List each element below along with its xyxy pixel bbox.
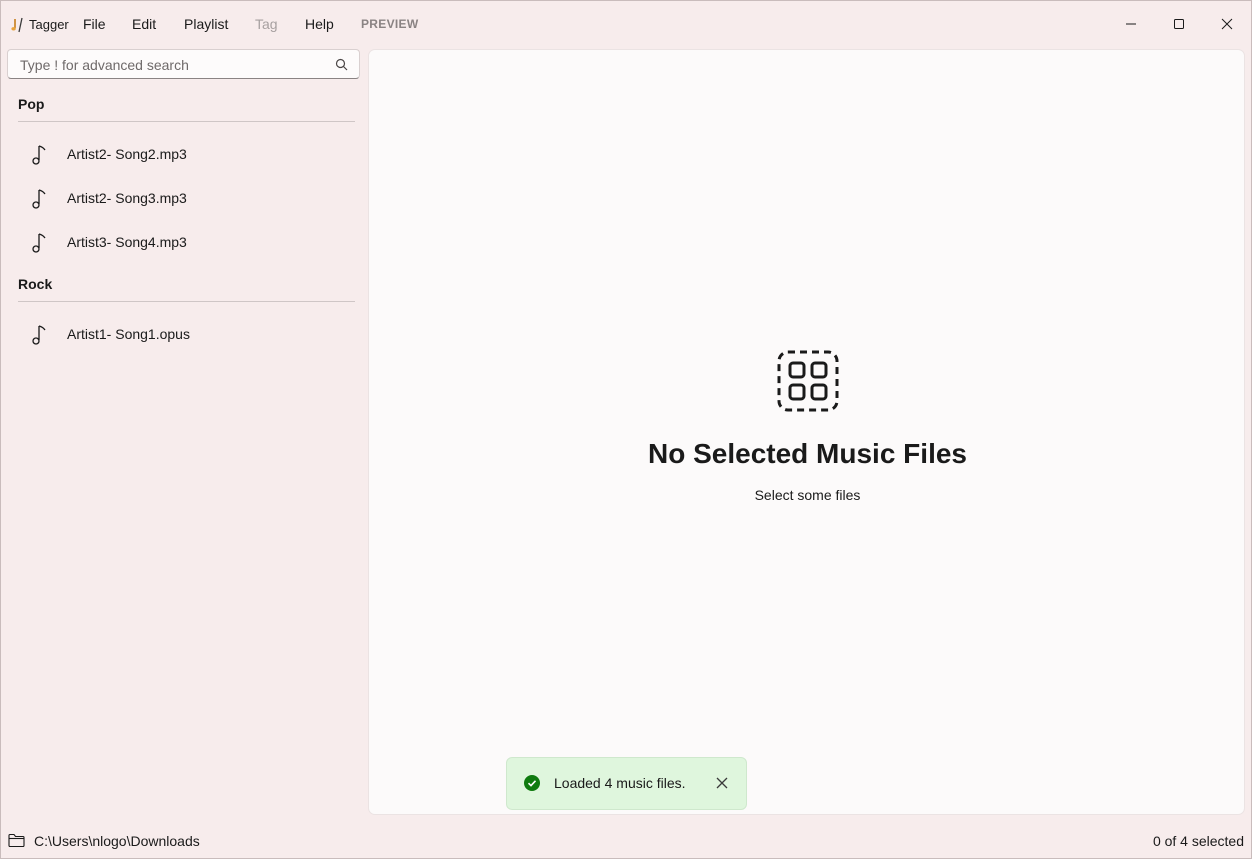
file-name: Artist3- Song4.mp3 — [67, 234, 187, 250]
menu-help[interactable]: Help — [305, 16, 334, 32]
search-input[interactable] — [18, 56, 322, 74]
music-note-icon — [32, 325, 46, 345]
maximize-button[interactable] — [1156, 0, 1202, 48]
close-icon — [716, 777, 728, 789]
close-window-button[interactable] — [1204, 0, 1250, 48]
status-selection-count: 0 of 4 selected — [1152, 833, 1244, 849]
file-name: Artist1- Song1.opus — [67, 326, 190, 342]
maximize-icon — [1174, 19, 1184, 29]
search-box[interactable] — [7, 49, 360, 79]
music-note-icon — [32, 189, 46, 209]
minimize-icon — [1126, 23, 1136, 25]
title-bar: Tagger File Edit Playlist Tag Help PREVI… — [0, 0, 1252, 48]
menu-file[interactable]: File — [83, 16, 106, 32]
empty-state-title: No Selected Music Files — [648, 438, 967, 469]
app-title: Tagger — [29, 17, 69, 32]
group-header-pop: Pop — [18, 96, 45, 112]
select-all-icon — [777, 350, 839, 412]
group-header-rock: Rock — [18, 276, 53, 292]
empty-state-subtitle: Select some files — [754, 487, 861, 503]
minimize-button[interactable] — [1108, 0, 1154, 48]
file-item[interactable]: Artist2- Song2.mp3 — [18, 134, 355, 174]
menu-tag[interactable]: Tag — [255, 16, 278, 32]
file-item[interactable]: Artist2- Song3.mp3 — [18, 178, 355, 218]
music-note-icon — [32, 233, 46, 253]
close-icon — [1221, 18, 1233, 30]
main-panel: No Selected Music Files Select some file… — [368, 49, 1245, 815]
toast-notification: Loaded 4 music files. — [506, 757, 747, 810]
folder-icon — [8, 833, 25, 848]
file-item[interactable]: Artist1- Song1.opus — [18, 314, 355, 354]
file-item[interactable]: Artist3- Song4.mp3 — [18, 222, 355, 262]
success-check-icon — [524, 775, 540, 791]
toast-close-button[interactable] — [712, 773, 732, 793]
preview-badge: PREVIEW — [361, 17, 419, 31]
group-divider — [18, 301, 355, 302]
toast-message: Loaded 4 music files. — [554, 775, 686, 791]
status-folder-path[interactable]: C:\Users\nlogo\Downloads — [34, 833, 200, 849]
app-logo-icon — [11, 17, 23, 33]
group-divider — [18, 121, 355, 122]
menu-playlist[interactable]: Playlist — [184, 16, 228, 32]
file-name: Artist2- Song2.mp3 — [67, 146, 187, 162]
file-name: Artist2- Song3.mp3 — [67, 190, 187, 206]
music-note-icon — [32, 145, 46, 165]
menu-edit[interactable]: Edit — [132, 16, 156, 32]
search-icon[interactable] — [335, 58, 348, 71]
